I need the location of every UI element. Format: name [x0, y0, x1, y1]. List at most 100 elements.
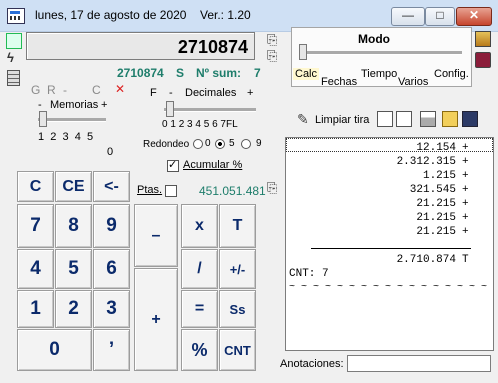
ptas-copy-icon[interactable]: ⎘: [267, 180, 277, 196]
tape-wave-line: ~ ~ ~ ~ ~ ~ ~ ~ ~ ~ ~ ~ ~ ~ ~ ~ ~: [289, 282, 488, 293]
tape-line-op: +: [462, 170, 469, 182]
key-8[interactable]: 8: [55, 204, 92, 248]
tape-line-op: +: [462, 184, 469, 196]
memory-slider-thumb[interactable]: [39, 111, 47, 127]
calculator-icon[interactable]: [7, 70, 20, 86]
key-7[interactable]: 7: [17, 204, 54, 248]
paste-icon[interactable]: ⎘: [267, 48, 277, 64]
tape-total-op: T: [462, 254, 469, 266]
key-plus[interactable]: +: [134, 268, 178, 371]
rounding-option-5: 5: [229, 138, 235, 149]
decimals-f-label: F: [150, 87, 157, 99]
rounding-option-9: 9: [256, 138, 262, 149]
tape-line-value: 1.215: [422, 170, 456, 182]
sum-count-label: Nº sum:: [196, 66, 242, 80]
open-folder-icon[interactable]: [442, 111, 458, 127]
decimals-scale: 0 1 2 3 4 5 6 7FL: [162, 119, 238, 130]
acumular-checkbox[interactable]: ✓: [167, 159, 179, 172]
memory-scale: 1 2 3 4 5: [38, 131, 94, 143]
copy-tape-icon[interactable]: [377, 111, 393, 127]
key-6[interactable]: 6: [93, 249, 130, 289]
rounding-option-0: 0: [205, 138, 211, 149]
tape-panel[interactable]: 12.154 + 2.312.315 + 1.215 + 321.545 + 21.21…: [285, 137, 494, 351]
mode-option-varios[interactable]: Varios: [398, 76, 428, 88]
paste-tape-icon[interactable]: [396, 111, 412, 127]
tape-line-value: 321.545: [409, 184, 456, 196]
key-3[interactable]: 3: [93, 290, 130, 328]
notebook-icon[interactable]: [475, 31, 491, 47]
decimals-minus[interactable]: -: [169, 87, 173, 99]
tape-selected-line: [286, 138, 493, 152]
maximize-button[interactable]: □: [425, 7, 455, 26]
lightning-icon[interactable]: ϟ: [7, 50, 14, 65]
key-4[interactable]: 4: [17, 249, 54, 289]
ptas-label[interactable]: Ptas.: [137, 184, 162, 196]
key-minus[interactable]: –: [134, 204, 178, 267]
memory-slider[interactable]: [38, 118, 106, 122]
copy-icon[interactable]: ⎘: [267, 32, 277, 48]
decimals-plus[interactable]: +: [247, 87, 253, 99]
minimize-button[interactable]: —: [391, 7, 425, 26]
ptas-value: 451.051.481: [199, 184, 266, 198]
window-title: lunes, 17 de agosto de 2020: [35, 8, 187, 22]
tape-line-op: +: [462, 198, 469, 210]
key-9[interactable]: 9: [93, 204, 130, 248]
tape-line-value: 21.215: [416, 198, 456, 210]
print-icon[interactable]: [420, 111, 436, 127]
rounding-radio-9[interactable]: [241, 139, 251, 149]
acumular-label[interactable]: Acumular %: [183, 159, 242, 171]
key-5[interactable]: 5: [55, 249, 92, 289]
key-subtotal[interactable]: Ss: [219, 290, 256, 328]
tape-line-op: +: [462, 156, 469, 168]
tape-total-value: 2.710.874: [396, 254, 456, 266]
key-count[interactable]: CNT: [219, 329, 256, 371]
mode-slider[interactable]: [300, 51, 462, 55]
rounding-radio-5[interactable]: [215, 139, 225, 149]
key-0[interactable]: 0: [17, 329, 92, 371]
memory-flag-minus: -: [63, 83, 67, 97]
key-c[interactable]: C: [17, 171, 54, 202]
key-ce[interactable]: CE: [55, 171, 92, 202]
key-1[interactable]: 1: [17, 290, 54, 328]
rounding-radio-0[interactable]: [193, 139, 203, 149]
key-backspace[interactable]: <-: [93, 171, 130, 202]
memory-plus[interactable]: +: [101, 99, 107, 111]
key-percent[interactable]: %: [181, 329, 218, 371]
memory-flag-r: R: [47, 83, 56, 97]
tape-total-rule: [311, 248, 471, 249]
broom-icon[interactable]: ✎: [297, 111, 309, 128]
key-total[interactable]: T: [219, 204, 256, 248]
memory-minus[interactable]: -: [38, 99, 42, 111]
mode-option-tiempo[interactable]: Tiempo: [361, 68, 397, 80]
memory-title: Memorias: [50, 99, 99, 111]
tape-count-line: CNT: 7: [289, 268, 329, 280]
ptas-checkbox[interactable]: [165, 185, 177, 197]
rounding-label: Redondeo: [143, 139, 190, 150]
annotations-input[interactable]: [347, 355, 491, 372]
mode-option-config[interactable]: Config.: [434, 68, 469, 80]
decimals-slider[interactable]: [164, 108, 256, 112]
book-icon[interactable]: [475, 52, 491, 68]
sub-display-flag: S: [176, 66, 185, 80]
decimals-slider-thumb[interactable]: [166, 101, 174, 117]
key-2[interactable]: 2: [55, 290, 92, 328]
annotations-label: Anotaciones:: [280, 358, 344, 370]
save-icon[interactable]: [462, 111, 478, 127]
key-decimal[interactable]: ’: [93, 329, 130, 371]
key-divide[interactable]: /: [181, 249, 218, 289]
clear-tape-button[interactable]: Limpiar tira: [315, 114, 369, 126]
mode-slider-thumb[interactable]: [299, 44, 307, 60]
calculator-app-icon[interactable]: [7, 8, 25, 24]
close-button[interactable]: ✕: [456, 7, 492, 26]
memory-clear-icon[interactable]: ✕: [115, 82, 125, 96]
tape-line-value: 21.215: [416, 226, 456, 238]
memory-current: 0: [107, 146, 114, 158]
key-multiply[interactable]: x: [181, 204, 218, 248]
key-plus-minus[interactable]: +/-: [219, 249, 256, 289]
mode-option-fechas[interactable]: Fechas: [321, 76, 357, 88]
monitor-icon[interactable]: [6, 33, 22, 49]
key-equals[interactable]: =: [181, 290, 218, 328]
mode-option-calc[interactable]: Calc: [293, 68, 320, 80]
decimals-title: Decimales: [185, 87, 237, 99]
mode-title: Modo: [358, 32, 390, 46]
